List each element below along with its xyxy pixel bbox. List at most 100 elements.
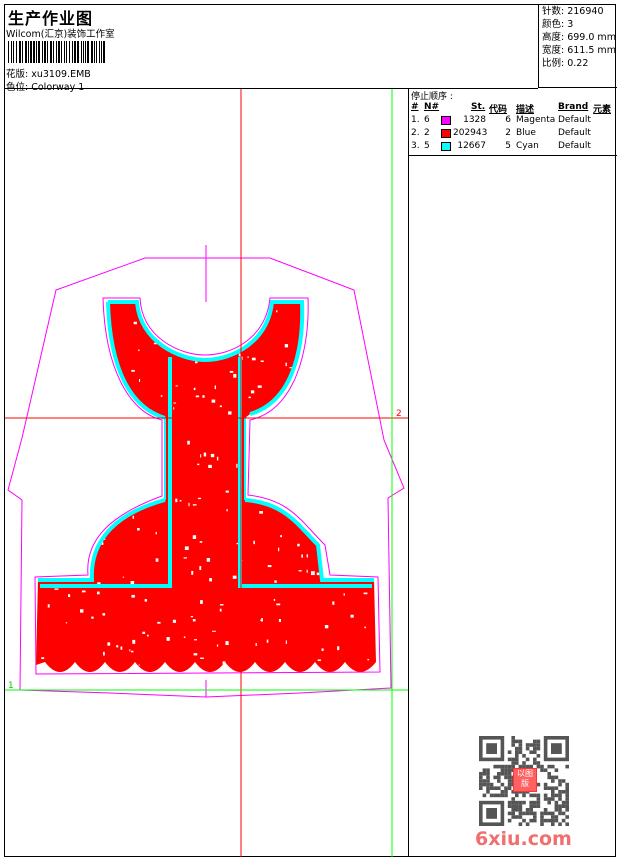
qr-module xyxy=(511,736,515,740)
qr-module xyxy=(533,757,537,762)
color-row: 1. 6 1328 6 Magenta Default xyxy=(409,115,617,127)
lace-hole xyxy=(200,657,204,659)
barcode-bar xyxy=(44,41,46,63)
brand: Default xyxy=(558,141,591,151)
qr-module xyxy=(551,779,555,783)
lace-hole xyxy=(206,558,211,562)
lace-hole xyxy=(253,540,255,545)
lace-hole xyxy=(317,659,321,662)
info-box: 针数: 216940 颜色: 3 高度: 699.0 mm 宽度: 611.5 … xyxy=(538,4,617,88)
qr-module xyxy=(507,772,512,776)
qr-module xyxy=(479,779,483,783)
lace-hole xyxy=(318,521,320,525)
qr-module xyxy=(507,782,512,787)
lace-hole xyxy=(179,500,182,502)
qr-module xyxy=(486,786,490,790)
lace-hole xyxy=(89,514,92,517)
barcode-bar xyxy=(33,41,35,63)
lace-hole xyxy=(324,316,326,321)
lace-hole xyxy=(225,490,229,493)
lace-hole xyxy=(307,501,312,504)
lace-hole xyxy=(370,539,373,543)
brand: Default xyxy=(558,128,591,138)
qr-module xyxy=(482,768,487,772)
lace-hole xyxy=(318,369,321,372)
qr-module xyxy=(551,811,555,816)
qr-module xyxy=(522,800,526,805)
qr-module xyxy=(551,775,555,780)
lace-hole xyxy=(208,464,212,469)
lace-hole xyxy=(276,603,281,606)
qr-module xyxy=(533,750,537,754)
color-swatch xyxy=(441,142,451,151)
barcode-bar xyxy=(42,41,43,63)
qr-module xyxy=(540,818,544,823)
qr-module xyxy=(515,746,519,751)
marker-2: 2 xyxy=(396,409,402,419)
lace-hole xyxy=(95,306,100,311)
design-canvas[interactable]: 1 2 xyxy=(5,89,408,857)
qr-module xyxy=(493,793,497,798)
col-header: 代码 xyxy=(489,105,508,115)
color-swatch xyxy=(441,116,451,125)
qr-module xyxy=(533,746,537,751)
qr-module xyxy=(525,808,530,812)
lace-hole xyxy=(337,646,340,651)
lace-hole xyxy=(129,649,131,652)
qr-module xyxy=(507,800,512,805)
qr-module xyxy=(561,818,566,823)
lace-hole xyxy=(80,416,83,421)
lace-hole xyxy=(89,365,92,368)
qr-module xyxy=(482,772,487,776)
lace-hole xyxy=(59,397,62,401)
qr-module xyxy=(565,790,569,794)
lace-hole xyxy=(122,576,125,578)
lace-hole xyxy=(103,651,105,656)
lace-hole xyxy=(275,498,278,502)
lace-hole xyxy=(284,344,289,348)
lace-hole xyxy=(229,370,234,373)
lace-hole xyxy=(92,520,94,522)
lace-hole xyxy=(214,385,216,390)
barcode-bar xyxy=(11,41,12,63)
qr-module xyxy=(547,772,551,776)
watermark-stamp: 以图版 xyxy=(513,768,537,792)
qr-module xyxy=(543,793,548,798)
qr-module xyxy=(565,782,569,787)
lace-hole xyxy=(257,385,262,388)
barcode-bar xyxy=(83,41,84,63)
lace-hole xyxy=(195,361,198,364)
lace-hole xyxy=(40,480,43,482)
qr-module xyxy=(500,772,505,776)
qr-module xyxy=(558,782,562,787)
qr-module xyxy=(554,768,559,772)
qr-module xyxy=(486,790,490,794)
barcode xyxy=(8,41,105,63)
qr-module xyxy=(515,750,519,754)
col-header: St. xyxy=(471,102,486,112)
qr-module xyxy=(525,746,530,751)
col-header: # xyxy=(411,102,419,112)
qr-module xyxy=(536,782,541,787)
qr-module xyxy=(529,811,533,816)
lace-hole xyxy=(285,482,288,486)
lace-hole xyxy=(306,569,308,573)
qr-module xyxy=(529,750,533,754)
qr-module xyxy=(486,772,490,776)
barcode-bar xyxy=(56,41,57,63)
qr-module xyxy=(511,757,515,762)
barcode-bar xyxy=(28,41,29,63)
lace-hole xyxy=(250,390,255,394)
qr-module xyxy=(482,782,487,787)
qr-module xyxy=(551,815,555,819)
lace-hole xyxy=(46,427,48,430)
lace-hole xyxy=(192,619,196,622)
qr-module xyxy=(547,811,551,816)
lace-hole xyxy=(232,575,237,579)
barcode-bar xyxy=(72,41,73,63)
lace-hole xyxy=(41,512,46,516)
lace-hole xyxy=(366,368,368,371)
qr-module xyxy=(507,768,512,772)
qr-module xyxy=(522,754,526,758)
qr-module xyxy=(540,815,544,819)
